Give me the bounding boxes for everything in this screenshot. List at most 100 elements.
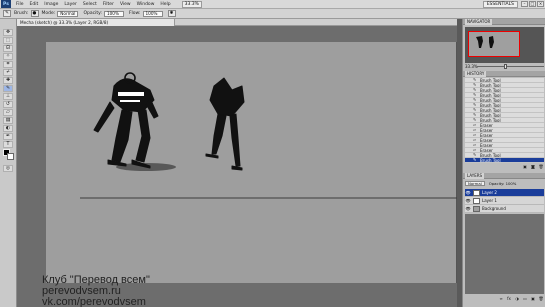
history-brush-tool-icon[interactable]: ↺ (3, 101, 13, 108)
maximize-icon[interactable]: □ (529, 1, 536, 7)
history-footer: ▣ ◙ 🗑 (465, 164, 544, 170)
minimize-icon[interactable]: – (521, 1, 528, 7)
menu-bar: Ps File Edit Image Layer Select Filter V… (0, 0, 545, 9)
opacity-label: Opacity: (83, 11, 102, 16)
navigator-preview[interactable] (465, 27, 544, 63)
history-header: HISTORY (463, 71, 545, 77)
layer-name: Layer 1 (482, 198, 497, 203)
eraser-tool-icon[interactable]: ▱ (3, 109, 13, 116)
navigator-view-box[interactable] (468, 31, 520, 57)
menu-file[interactable]: File (13, 2, 27, 7)
lasso-tool-icon[interactable]: ᘏ (3, 45, 13, 52)
layer-thumbnail (473, 189, 480, 196)
gradient-tool-icon[interactable]: ▤ (3, 117, 13, 124)
document-tab[interactable]: Mecha (sketch) @ 33.3% (Layer 2, RGB/8) (17, 19, 175, 26)
navigator-zoom-knob[interactable] (503, 64, 507, 69)
brush-picker-icon[interactable]: ● (30, 10, 39, 17)
layer-style-icon[interactable]: fx (506, 296, 512, 302)
layer-thumbnail (473, 205, 480, 212)
eyedropper-tool-icon[interactable]: ⌿ (3, 69, 13, 76)
link-layers-icon[interactable]: ∞ (498, 296, 504, 302)
mode-select[interactable]: Normal (57, 10, 79, 17)
tab-history[interactable]: HISTORY (465, 71, 487, 77)
photoshop-logo: Ps (1, 0, 11, 8)
tab-navigator[interactable]: NAVIGATOR (465, 19, 493, 25)
marquee-tool-icon[interactable]: ⬚ (3, 37, 13, 44)
right-panels: NAVIGATOR 33.3% HISTORY ✎ Brush Tool ✎ Brus… (462, 19, 545, 307)
history-state-label: Brush Tool (480, 157, 501, 163)
layer-thumbnail (473, 197, 480, 204)
layer-row[interactable]: 👁 Layer 1 (465, 197, 544, 205)
menu-view[interactable]: View (117, 2, 134, 7)
menu-window[interactable]: Window (134, 2, 158, 7)
menu-select[interactable]: Select (80, 2, 100, 7)
watermark-line-vk: vk.com/perevodvsem (42, 296, 146, 307)
canvas-area[interactable]: Клуб "Перевод всем" perevodvsem.ru vk.co… (17, 26, 457, 307)
close-icon[interactable]: × (537, 1, 544, 7)
brush-tool-icon[interactable]: ✎ (3, 85, 13, 92)
quick-select-tool-icon[interactable]: ✧ (3, 53, 13, 60)
robot-sketch-right (205, 77, 245, 171)
history-list: ✎ Brush Tool ✎ Brush Tool ✎ Brush Tool ✎ Brush … (465, 78, 544, 163)
opacity-field[interactable]: 100% (103, 10, 124, 17)
layer-opacity-field[interactable]: Opacity: 100% (489, 181, 517, 186)
airbrush-icon[interactable]: ✱ (167, 10, 176, 17)
robot-sketch-left (93, 72, 159, 169)
menu-filter[interactable]: Filter (100, 2, 117, 7)
trash-icon[interactable]: 🗑 (538, 164, 544, 170)
layers-empty-area (465, 214, 544, 294)
new-group-icon[interactable]: ▭ (522, 296, 528, 302)
menu-layer[interactable]: Layer (61, 2, 80, 7)
delete-layer-icon[interactable]: 🗑 (538, 296, 544, 302)
new-layer-icon[interactable]: ▣ (530, 296, 536, 302)
layers-footer: ∞ fx ◑ ▭ ▣ 🗑 (465, 296, 544, 302)
visibility-eye-icon[interactable]: 👁 (465, 206, 471, 211)
visibility-eye-icon[interactable]: 👁 (465, 190, 471, 195)
menu-image[interactable]: Image (41, 2, 61, 7)
history-state[interactable]: ✎ Brush Tool (465, 158, 544, 163)
navigator-header: NAVIGATOR (463, 19, 545, 25)
tab-layers[interactable]: LAYERS (465, 173, 485, 179)
clone-stamp-tool-icon[interactable]: ⊥ (3, 93, 13, 100)
blend-mode-select[interactable]: Normal (465, 180, 485, 186)
menu-help[interactable]: Help (157, 2, 173, 7)
layer-list: 👁 Layer 2 👁 Layer 1 👁 Background (465, 189, 544, 213)
healing-brush-tool-icon[interactable]: ✚ (3, 77, 13, 84)
layer-row[interactable]: 👁 Layer 2 (465, 189, 544, 197)
flow-label: Flow: (128, 11, 141, 16)
history-panel: HISTORY ✎ Brush Tool ✎ Brush Tool ✎ Brush Too… (463, 71, 545, 173)
layers-header: LAYERS (463, 173, 545, 179)
quick-mask-icon[interactable]: ◎ (3, 165, 13, 172)
move-tool-icon[interactable]: ✥ (3, 29, 13, 36)
new-document-from-state-icon[interactable]: ▣ (522, 164, 528, 170)
workspace-switcher[interactable]: ESSENTIALS (482, 0, 518, 8)
navigator-panel: NAVIGATOR 33.3% (463, 19, 545, 71)
document-tab-bar: Mecha (sketch) @ 33.3% (Layer 2, RGB/8) (17, 19, 457, 26)
visibility-eye-icon[interactable]: 👁 (465, 198, 471, 203)
pen-tool-icon[interactable]: ✒ (3, 133, 13, 140)
flow-field[interactable]: 100% (142, 10, 163, 17)
mode-label: Mode: (41, 11, 56, 16)
layer-row[interactable]: 👁 Background (465, 205, 544, 213)
menu-edit[interactable]: Edit (27, 2, 42, 7)
layers-options: Normal Opacity: 100% (463, 179, 545, 187)
navigator-zoom-row: 33.3% (465, 64, 544, 69)
document-canvas[interactable]: Клуб "Перевод всем" perevodvsem.ru vk.co… (42, 42, 457, 307)
navigator-zoom-slider[interactable] (477, 64, 544, 69)
zoom-level-select[interactable]: 33.3% (181, 0, 202, 8)
options-bar: ✎ Brush: ● Mode: Normal Opacity: 100% Fl… (0, 9, 545, 19)
layer-name: Layer 2 (482, 190, 497, 195)
navigator-zoom-value[interactable]: 33.3% (465, 64, 478, 69)
crop-tool-icon[interactable]: ⌗ (3, 61, 13, 68)
sketch-artwork (80, 72, 457, 199)
brush-icon: ✎ (473, 157, 477, 162)
tools-panel: ✥ ⬚ ᘏ ✧ ⌗ ⌿ ✚ ✎ ⊥ ↺ ▱ ▤ ◐ ✒ T ◎ (0, 19, 17, 307)
background-color-swatch[interactable] (7, 153, 14, 160)
layer-name: Background (482, 206, 506, 211)
snapshot-icon[interactable]: ◙ (530, 164, 536, 170)
layer-mask-icon[interactable]: ◑ (514, 296, 520, 302)
dodge-tool-icon[interactable]: ◐ (3, 125, 13, 132)
type-tool-icon[interactable]: T (3, 141, 13, 148)
brush-preset-icon[interactable]: ✎ (3, 10, 11, 17)
watermark-text: Клуб "Перевод всем" perevodvsem.ru vk.co… (42, 275, 150, 307)
